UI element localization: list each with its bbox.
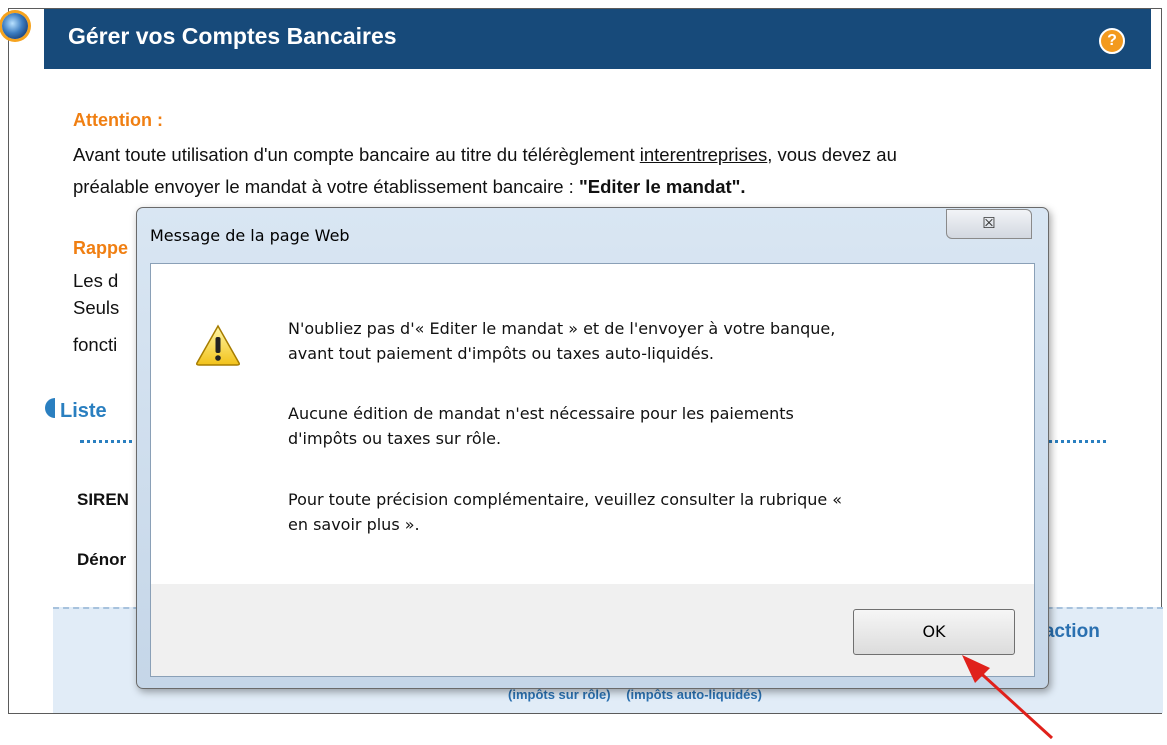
red-arrow-icon (962, 655, 1054, 740)
